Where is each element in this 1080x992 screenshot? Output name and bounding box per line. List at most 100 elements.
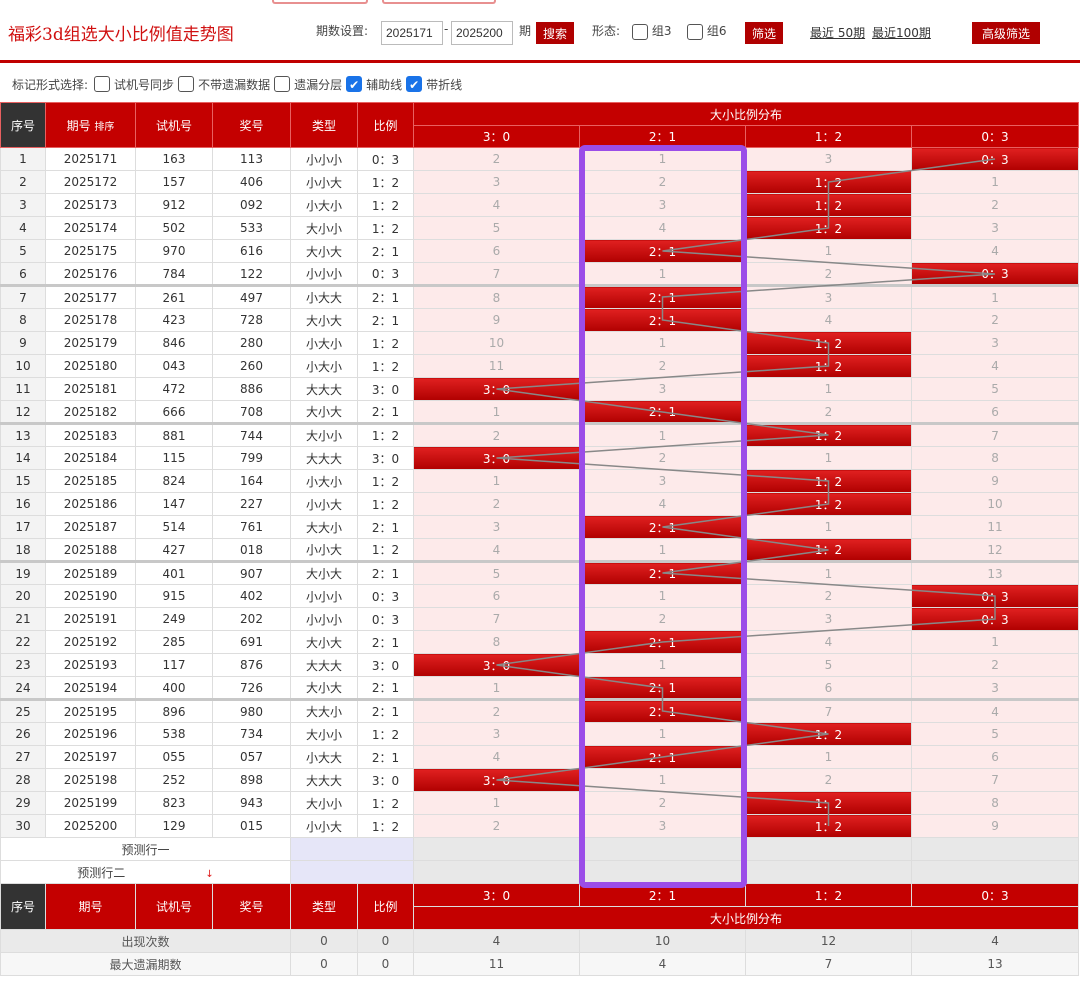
group3-checkbox[interactable] xyxy=(632,23,648,40)
dist-hit-cell[interactable]: 2：1 xyxy=(579,630,746,654)
dist-omission-cell[interactable]: 1 xyxy=(745,239,912,263)
dist-omission-cell[interactable]: 1 xyxy=(579,331,746,355)
dist-omission-cell[interactable]: 2 xyxy=(745,584,912,608)
dist-omission-cell[interactable]: 4 xyxy=(413,538,580,562)
dist-hit-cell[interactable]: 2：1 xyxy=(579,676,746,700)
dist-omission-cell[interactable]: 5 xyxy=(910,722,1080,746)
dist-omission-cell[interactable]: 1 xyxy=(579,147,746,171)
dist-hit-cell[interactable]: 1：2 xyxy=(745,469,912,493)
mark-option-no-omission[interactable]: 不带遗漏数据 xyxy=(178,76,270,93)
dist-hit-cell[interactable]: 2：1 xyxy=(579,515,746,539)
dist-hit-cell[interactable]: 1：2 xyxy=(745,722,912,746)
dist-omission-cell[interactable]: 2 xyxy=(579,446,746,470)
predict-2-cell[interactable] xyxy=(579,860,746,884)
dist-omission-cell[interactable]: 4 xyxy=(579,216,746,240)
dist-omission-cell[interactable]: 13 xyxy=(910,560,1080,585)
dist-omission-cell[interactable]: 9 xyxy=(910,814,1080,838)
filter-button[interactable]: 筛选 xyxy=(745,22,784,44)
dist-hit-cell[interactable]: 1：2 xyxy=(745,170,912,194)
dist-omission-cell[interactable]: 2 xyxy=(910,308,1080,332)
dist-omission-cell[interactable]: 3 xyxy=(745,284,912,309)
predict-1-cell[interactable] xyxy=(745,837,912,861)
dist-hit-cell[interactable]: 3：0 xyxy=(413,446,580,470)
dist-omission-cell[interactable]: 2 xyxy=(579,354,746,378)
arrow-down-icon[interactable]: ↓ xyxy=(205,869,213,880)
dist-omission-cell[interactable]: 1 xyxy=(910,284,1080,309)
dist-omission-cell[interactable]: 2 xyxy=(579,791,746,815)
dist-omission-cell[interactable]: 6 xyxy=(413,239,580,263)
dist-hit-cell[interactable]: 1：2 xyxy=(745,354,912,378)
mark-option-trial-sync[interactable]: 试机号同步 xyxy=(94,76,174,93)
predict-row-1-input[interactable] xyxy=(290,837,414,861)
period-to-input[interactable] xyxy=(451,21,513,45)
search-button[interactable]: 搜索 xyxy=(536,22,575,44)
dist-omission-cell[interactable]: 3 xyxy=(910,216,1080,240)
dist-omission-cell[interactable]: 8 xyxy=(413,284,580,309)
dist-omission-cell[interactable]: 6 xyxy=(910,400,1080,424)
dist-omission-cell[interactable]: 2 xyxy=(413,147,580,171)
dist-omission-cell[interactable]: 3 xyxy=(579,469,746,493)
dist-omission-cell[interactable]: 11 xyxy=(413,354,580,378)
header-period[interactable]: 期号 排序 xyxy=(45,102,136,148)
dist-omission-cell[interactable]: 9 xyxy=(413,308,580,332)
dist-omission-cell[interactable]: 5 xyxy=(413,216,580,240)
mark-option-layered[interactable]: 遗漏分层 xyxy=(274,76,342,93)
dist-omission-cell[interactable]: 3 xyxy=(413,170,580,194)
dist-hit-cell[interactable]: 0：3 xyxy=(910,607,1080,631)
dist-omission-cell[interactable]: 1 xyxy=(745,377,912,401)
top-tab-left[interactable] xyxy=(272,0,368,4)
recent50-link[interactable]: 最近 50期 xyxy=(810,24,865,41)
dist-omission-cell[interactable]: 7 xyxy=(413,262,580,286)
dist-omission-cell[interactable]: 2 xyxy=(413,814,580,838)
dist-hit-cell[interactable]: 3：0 xyxy=(413,653,580,677)
dist-omission-cell[interactable]: 4 xyxy=(413,193,580,217)
dist-omission-cell[interactable]: 5 xyxy=(413,560,580,585)
dist-omission-cell[interactable]: 1 xyxy=(579,768,746,792)
dist-omission-cell[interactable]: 1 xyxy=(579,584,746,608)
dist-hit-cell[interactable]: 2：1 xyxy=(579,284,746,309)
dist-hit-cell[interactable]: 2：1 xyxy=(579,239,746,263)
dist-hit-cell[interactable]: 3：0 xyxy=(413,377,580,401)
dist-omission-cell[interactable]: 3 xyxy=(745,147,912,171)
dist-omission-cell[interactable]: 10 xyxy=(910,492,1080,516)
dist-omission-cell[interactable]: 2 xyxy=(910,653,1080,677)
dist-omission-cell[interactable]: 1 xyxy=(745,446,912,470)
dist-omission-cell[interactable]: 2 xyxy=(413,492,580,516)
dist-hit-cell[interactable]: 2：1 xyxy=(579,560,746,585)
period-from-input[interactable] xyxy=(381,21,443,45)
dist-omission-cell[interactable]: 4 xyxy=(745,630,912,654)
dist-omission-cell[interactable]: 7 xyxy=(910,768,1080,792)
predict-row-2-input[interactable] xyxy=(290,860,414,884)
dist-hit-cell[interactable]: 2：1 xyxy=(579,698,746,723)
dist-hit-cell[interactable]: 2：1 xyxy=(579,400,746,424)
dist-hit-cell[interactable]: 3：0 xyxy=(413,768,580,792)
dist-omission-cell[interactable]: 7 xyxy=(413,607,580,631)
dist-omission-cell[interactable]: 1 xyxy=(579,422,746,447)
top-tab-right[interactable] xyxy=(382,0,496,4)
group3-option[interactable]: 组3 xyxy=(632,22,671,40)
dist-omission-cell[interactable]: 8 xyxy=(910,446,1080,470)
predict-1-cell[interactable] xyxy=(413,837,580,861)
dist-omission-cell[interactable]: 3 xyxy=(579,814,746,838)
dist-hit-cell[interactable]: 1：2 xyxy=(745,216,912,240)
dist-hit-cell[interactable]: 1：2 xyxy=(745,331,912,355)
dist-omission-cell[interactable]: 1 xyxy=(413,676,580,700)
dist-omission-cell[interactable]: 6 xyxy=(910,745,1080,769)
trial-sync-checkbox[interactable] xyxy=(94,76,111,92)
dist-hit-cell[interactable]: 2：1 xyxy=(579,745,746,769)
dist-omission-cell[interactable]: 2 xyxy=(745,400,912,424)
dist-omission-cell[interactable]: 1 xyxy=(579,262,746,286)
dist-omission-cell[interactable]: 4 xyxy=(745,308,912,332)
dist-hit-cell[interactable]: 0：3 xyxy=(910,584,1080,608)
dist-omission-cell[interactable]: 1 xyxy=(413,791,580,815)
dist-omission-cell[interactable]: 7 xyxy=(910,422,1080,447)
dist-omission-cell[interactable]: 4 xyxy=(910,698,1080,723)
dist-omission-cell[interactable]: 1 xyxy=(745,515,912,539)
dist-omission-cell[interactable]: 2 xyxy=(745,262,912,286)
dist-omission-cell[interactable]: 4 xyxy=(910,239,1080,263)
dist-omission-cell[interactable]: 6 xyxy=(413,584,580,608)
dist-omission-cell[interactable]: 2 xyxy=(579,607,746,631)
dist-omission-cell[interactable]: 1 xyxy=(579,538,746,562)
dist-omission-cell[interactable]: 1 xyxy=(413,469,580,493)
dist-omission-cell[interactable]: 6 xyxy=(745,676,912,700)
